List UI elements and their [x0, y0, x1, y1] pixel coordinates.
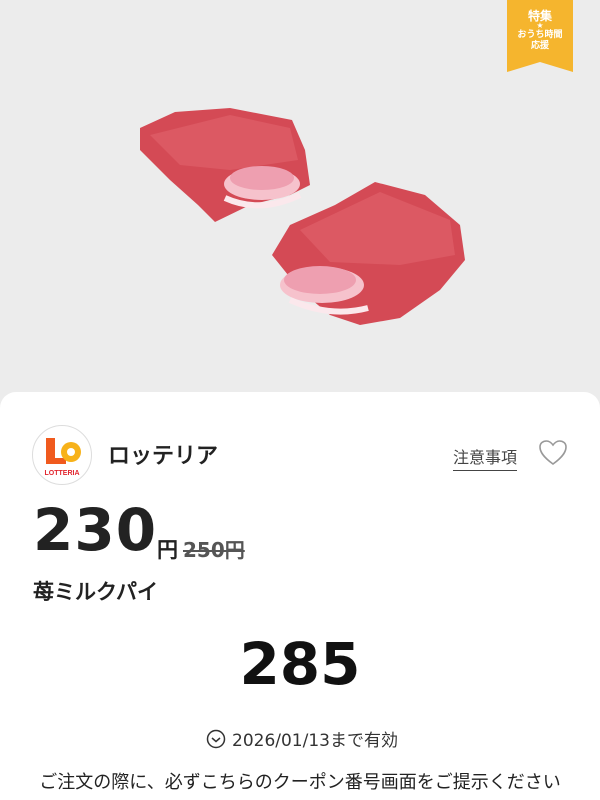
notice-link[interactable]: 注意事項 — [453, 444, 518, 471]
original-price: 250円 — [183, 538, 245, 562]
coupon-number: 285 — [239, 630, 361, 698]
product-name: 苺ミルクパイ — [33, 580, 158, 604]
heart-icon[interactable] — [538, 439, 568, 467]
feature-badge[interactable]: 特集 ★ おうち時間 応援 — [507, 0, 573, 72]
badge-subtitle-line1: おうち時間 — [517, 30, 563, 40]
badge-subtitle: おうち時間 応援 — [507, 30, 573, 52]
validity-row: 2026/01/13まで有効 — [206, 726, 398, 751]
instruction-text: ご注文の際に、必ずこちらのクーポン番号画面をご提示ください — [39, 772, 561, 793]
logo-text: LOTTERIA — [45, 470, 80, 477]
star-icon: ★ — [536, 21, 544, 30]
coupon-card: LOTTERIA ロッテリア 注意事項 230 円 250円 苺ミルクパイ 28… — [0, 392, 600, 800]
badge-subtitle-line2: 応援 — [530, 41, 549, 51]
store-name: ロッテリア — [108, 444, 219, 469]
lotteria-logo: LOTTERIA — [32, 425, 92, 485]
pie-left — [140, 108, 310, 222]
validity-text: 2026/01/13まで有効 — [232, 731, 398, 751]
current-price: 230 — [33, 496, 158, 564]
pie-right — [272, 182, 465, 325]
product-hero: 特集 ★ おうち時間 応援 — [0, 0, 600, 400]
clock-icon — [206, 729, 226, 748]
price-unit: 円 — [157, 538, 178, 562]
